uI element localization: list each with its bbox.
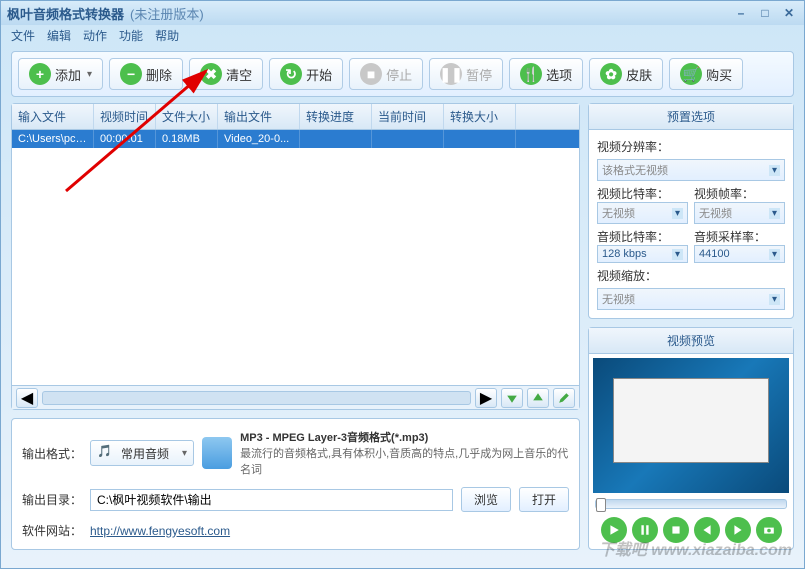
menu-edit[interactable]: 编辑 — [47, 27, 71, 44]
site-label: 软件网站： — [22, 522, 82, 539]
col-time[interactable]: 当前时间 — [372, 104, 444, 129]
clear-button[interactable]: ✖清空 — [189, 58, 263, 90]
vbitrate-label: 视频比特率： — [597, 185, 688, 202]
samplerate-select[interactable]: 44100▾ — [694, 245, 785, 263]
output-panel: 输出格式： 🎵 常用音频 ▾ MP3 - MPEG Layer-3音频格式(*.… — [11, 418, 580, 550]
buy-button[interactable]: 🛒购买 — [669, 58, 743, 90]
pause-preview-button[interactable] — [632, 517, 658, 543]
format-desc-title: MP3 - MPEG Layer-3音频格式(*.mp3) — [240, 429, 569, 445]
format-desc-body: 最流行的音频格式,具有体积小,音质高的特点,几乎成为网上音乐的代名词 — [240, 445, 569, 477]
skin-button[interactable]: ✿皮肤 — [589, 58, 663, 90]
pause-icon: ❚❚ — [440, 63, 462, 85]
delete-button[interactable]: −删除 — [109, 58, 183, 90]
play-button[interactable] — [601, 517, 627, 543]
preview-panel: 视频预览 — [588, 327, 794, 550]
zoom-select[interactable]: 无视频▾ — [597, 288, 785, 310]
h-scrollbar[interactable] — [42, 391, 471, 405]
grid-header: 输入文件 视频时间 文件大小 输出文件 转换进度 当前时间 转换大小 — [12, 104, 579, 130]
presets-title: 预置选项 — [589, 104, 793, 130]
minus-icon: − — [120, 63, 142, 85]
app-subtitle: (未注册版本) — [130, 4, 204, 23]
minimize-button[interactable]: – — [732, 6, 750, 20]
prev-button[interactable] — [694, 517, 720, 543]
menu-file[interactable]: 文件 — [11, 27, 35, 44]
clear-icon: ✖ — [200, 63, 222, 85]
pause-button[interactable]: ❚❚暂停 — [429, 58, 503, 90]
options-icon: 🍴 — [520, 63, 542, 85]
add-button[interactable]: +添加▾ — [18, 58, 103, 90]
open-button[interactable]: 打开 — [519, 487, 569, 512]
grid-body[interactable]: C:\Users\pc\... 00:00:01 0.18MB Video_20… — [12, 130, 579, 385]
col-duration[interactable]: 视频时间 — [94, 104, 156, 129]
menu-function[interactable]: 功能 — [119, 27, 143, 44]
chevron-down-icon: ▾ — [182, 448, 187, 459]
move-up-button[interactable] — [527, 388, 549, 408]
options-button[interactable]: 🍴选项 — [509, 58, 583, 90]
cart-icon: 🛒 — [680, 63, 702, 85]
format-icon — [202, 437, 232, 469]
toolbar: +添加▾ −删除 ✖清空 ↻开始 ■停止 ❚❚暂停 🍴选项 ✿皮肤 🛒购买 — [11, 51, 794, 97]
abitrate-label: 音频比特率： — [597, 228, 688, 245]
stop-preview-button[interactable] — [663, 517, 689, 543]
resolution-label: 视频分辨率： — [597, 138, 785, 155]
zoom-label: 视频缩放： — [597, 267, 785, 284]
edit-button[interactable] — [553, 388, 575, 408]
vbitrate-select[interactable]: 无视频▾ — [597, 202, 688, 224]
col-output[interactable]: 输出文件 — [218, 104, 300, 129]
maximize-button[interactable]: □ — [756, 6, 774, 20]
menu-action[interactable]: 动作 — [83, 27, 107, 44]
fps-select[interactable]: 无视频▾ — [694, 202, 785, 224]
move-down-button[interactable] — [501, 388, 523, 408]
outdir-input[interactable] — [90, 489, 453, 511]
preview-viewport — [593, 358, 789, 493]
col-progress[interactable]: 转换进度 — [300, 104, 372, 129]
preview-slider[interactable] — [595, 499, 787, 509]
stop-icon: ■ — [360, 63, 382, 85]
table-row[interactable]: C:\Users\pc\... 00:00:01 0.18MB Video_20… — [12, 130, 579, 148]
scroll-right-button[interactable]: ▶ — [475, 388, 497, 408]
menu-help[interactable]: 帮助 — [155, 27, 179, 44]
col-size[interactable]: 文件大小 — [156, 104, 218, 129]
presets-panel: 预置选项 视频分辨率： 该格式无视频▾ 视频比特率： 无视频▾ 视频帧率： 无视… — [588, 103, 794, 319]
file-list-panel: 输入文件 视频时间 文件大小 输出文件 转换进度 当前时间 转换大小 C:\Us… — [11, 103, 580, 410]
stop-button[interactable]: ■停止 — [349, 58, 423, 90]
scroll-left-button[interactable]: ◀ — [16, 388, 38, 408]
snapshot-button[interactable] — [756, 517, 782, 543]
outdir-label: 输出目录： — [22, 491, 82, 508]
col-convsize[interactable]: 转换大小 — [444, 104, 516, 129]
titlebar: 枫叶音频格式转换器 (未注册版本) – □ ✕ — [1, 1, 804, 25]
samplerate-label: 音频采样率： — [694, 228, 785, 245]
close-button[interactable]: ✕ — [780, 6, 798, 20]
format-combo[interactable]: 🎵 常用音频 ▾ — [90, 440, 194, 466]
next-button[interactable] — [725, 517, 751, 543]
browse-button[interactable]: 浏览 — [461, 487, 511, 512]
col-input[interactable]: 输入文件 — [12, 104, 94, 129]
refresh-icon: ↻ — [280, 63, 302, 85]
resolution-select[interactable]: 该格式无视频▾ — [597, 159, 785, 181]
preview-title: 视频预览 — [589, 328, 793, 354]
app-title: 枫叶音频格式转换器 — [7, 4, 124, 23]
format-label: 输出格式： — [22, 445, 82, 462]
fps-label: 视频帧率： — [694, 185, 785, 202]
plus-icon: + — [29, 63, 51, 85]
start-button[interactable]: ↻开始 — [269, 58, 343, 90]
site-link[interactable]: http://www.fengyesoft.com — [90, 524, 230, 538]
menubar: 文件 编辑 动作 功能 帮助 — [1, 25, 804, 45]
abitrate-select[interactable]: 128 kbps▾ — [597, 245, 688, 263]
skin-icon: ✿ — [600, 63, 622, 85]
